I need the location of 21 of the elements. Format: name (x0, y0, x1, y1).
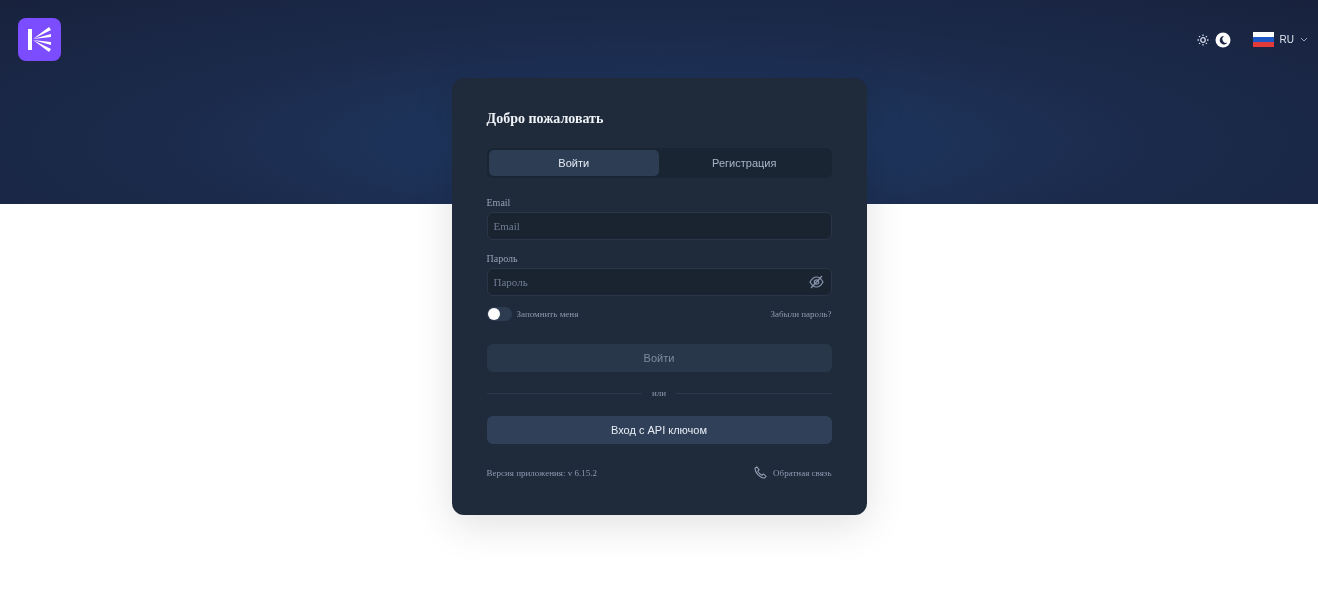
phone-icon (754, 466, 768, 479)
field-label: Пароль (486, 253, 519, 264)
moon-icon[interactable] (1214, 31, 1231, 48)
remember-label: Запомнить меня (516, 309, 579, 319)
card-title: Добро пожаловать (486, 111, 605, 127)
field-label: Email (486, 197, 512, 208)
version-text: Версия приложения: v 6.15.2 (486, 467, 597, 478)
password-field[interactable]: Пароль (486, 268, 832, 296)
hidden-eye-icon[interactable] (808, 275, 824, 289)
feedback-link[interactable]: Обратная связь (754, 466, 832, 479)
flag-icon (1252, 32, 1274, 47)
api-key-button[interactable]: Вход с API ключом (486, 416, 832, 444)
divider-label: или (651, 388, 667, 398)
language-selector[interactable]: RU (1252, 32, 1308, 47)
email-field[interactable]: Email (486, 212, 832, 240)
logo-icon (18, 18, 61, 61)
tab[interactable]: Войти (488, 150, 659, 176)
remember-switch[interactable] (486, 307, 512, 321)
forgot-password-link[interactable]: Забыли пароль? (770, 309, 832, 319)
chevron-icon (1300, 37, 1308, 42)
tab[interactable]: Регистрация (659, 150, 830, 176)
